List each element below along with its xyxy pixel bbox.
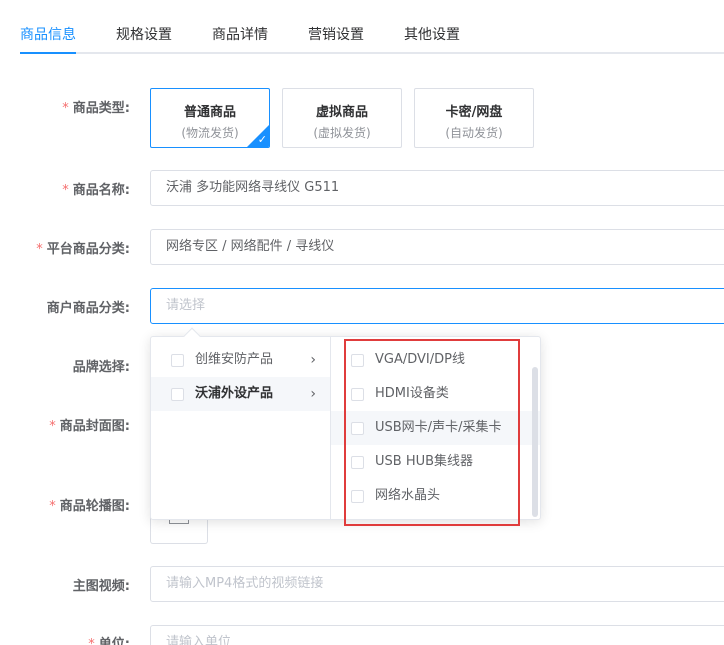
cascader-node-label: HDMI设备类 xyxy=(375,386,449,401)
carousel-label: * 商品轮播图: xyxy=(49,499,130,514)
scrollbar[interactable] xyxy=(532,367,538,517)
tab-spec-settings[interactable]: 规格设置 xyxy=(116,24,172,44)
product-type-sub: (虚拟发货) xyxy=(313,126,371,140)
platform-category-value: 网络专区 / 网络配件 / 寻线仪 xyxy=(166,239,335,254)
checkbox[interactable] xyxy=(351,354,364,367)
required-mark: * xyxy=(62,101,69,116)
product-type-title: 虚拟商品 xyxy=(315,105,368,120)
chevron-right-icon: › xyxy=(310,352,316,368)
cascader-node-label: 网络水晶头 xyxy=(375,488,441,503)
checkbox[interactable] xyxy=(171,388,184,401)
cascader-node[interactable]: 创维安防产品 › xyxy=(151,343,330,377)
product-type-title: 卡密/网盘 xyxy=(445,105,503,120)
cascader-node[interactable]: VGA/DVI/DP线 xyxy=(331,343,540,377)
cascader-node[interactable]: HDMI设备类 xyxy=(331,377,540,411)
merchant-category-label: 商户商品分类: xyxy=(46,301,130,316)
platform-category-select[interactable]: 网络专区 / 网络配件 / 寻线仪 xyxy=(150,229,724,265)
tab-product-info[interactable]: 商品信息 xyxy=(20,24,76,44)
category-cascader-dropdown: 创维安防产品 › 沃浦外设产品 › VGA/DVI/DP线 HDMI设备类 US… xyxy=(150,336,541,520)
cascader-menu-level1: 创维安防产品 › 沃浦外设产品 › xyxy=(151,337,331,519)
check-icon: ✓ xyxy=(257,133,267,146)
checkbox[interactable] xyxy=(351,490,364,503)
tab-product-details[interactable]: 商品详情 xyxy=(212,24,268,44)
video-label: 主图视频: xyxy=(72,579,130,594)
unit-placeholder: 请输入单位 xyxy=(166,635,232,645)
cascader-node[interactable]: USB网卡/声卡/采集卡 xyxy=(331,411,540,445)
product-type-card-secret[interactable]: 卡密/网盘 (自动发货) xyxy=(414,88,534,148)
platform-category-label: * 平台商品分类: xyxy=(36,242,130,257)
cascader-node-label: USB HUB集线器 xyxy=(375,454,474,469)
product-name-label: * 商品名称: xyxy=(62,183,130,198)
cascader-node[interactable]: 沃浦外设产品 › xyxy=(151,377,330,411)
merchant-category-placeholder: 请选择 xyxy=(166,298,206,313)
product-type-title: 普通商品 xyxy=(183,105,236,120)
checkbox[interactable] xyxy=(351,422,364,435)
merchant-category-select[interactable]: 请选择 xyxy=(150,288,724,324)
cascader-node[interactable]: USB HUB集线器 xyxy=(331,445,540,479)
product-type-label: * 商品类型: xyxy=(62,101,130,116)
cascader-node-label: USB网卡/声卡/采集卡 xyxy=(375,420,502,435)
cover-label: * 商品封面图: xyxy=(49,419,130,434)
brand-label: 品牌选择: xyxy=(72,360,130,375)
cascader-node-label: 沃浦外设产品 xyxy=(195,386,274,401)
checkbox[interactable] xyxy=(351,456,364,469)
product-type-sub: (自动发货) xyxy=(445,126,503,140)
video-url-input[interactable]: 请输入MP4格式的视频链接 xyxy=(150,566,724,602)
tab-other-settings[interactable]: 其他设置 xyxy=(404,24,460,44)
tab-marketing-settings[interactable]: 营销设置 xyxy=(308,24,364,44)
tab-active-indicator xyxy=(20,52,76,54)
product-type-virtual[interactable]: 虚拟商品 (虚拟发货) xyxy=(282,88,402,148)
product-name-input[interactable]: 沃浦 多功能网络寻线仪 G511 xyxy=(150,170,724,206)
product-type-normal[interactable]: 普通商品 (物流发货) ✓ xyxy=(150,88,270,148)
chevron-right-icon: › xyxy=(310,386,316,402)
checkbox[interactable] xyxy=(351,388,364,401)
cascader-menu-level2: VGA/DVI/DP线 HDMI设备类 USB网卡/声卡/采集卡 USB HUB… xyxy=(331,337,540,519)
tab-bar: 商品信息 规格设置 商品详情 营销设置 其他设置 xyxy=(0,0,724,54)
cascader-node-label: VGA/DVI/DP线 xyxy=(375,352,465,367)
cascader-node-label: 创维安防产品 xyxy=(195,352,274,367)
checkbox[interactable] xyxy=(171,354,184,367)
video-url-placeholder: 请输入MP4格式的视频链接 xyxy=(166,576,324,591)
unit-input[interactable]: 请输入单位 xyxy=(150,625,724,645)
unit-label: * 单位: xyxy=(88,637,130,645)
tab-divider xyxy=(20,52,724,54)
cascader-node[interactable]: 网络水晶头 xyxy=(331,479,540,513)
product-name-value: 沃浦 多功能网络寻线仪 G511 xyxy=(166,180,340,195)
